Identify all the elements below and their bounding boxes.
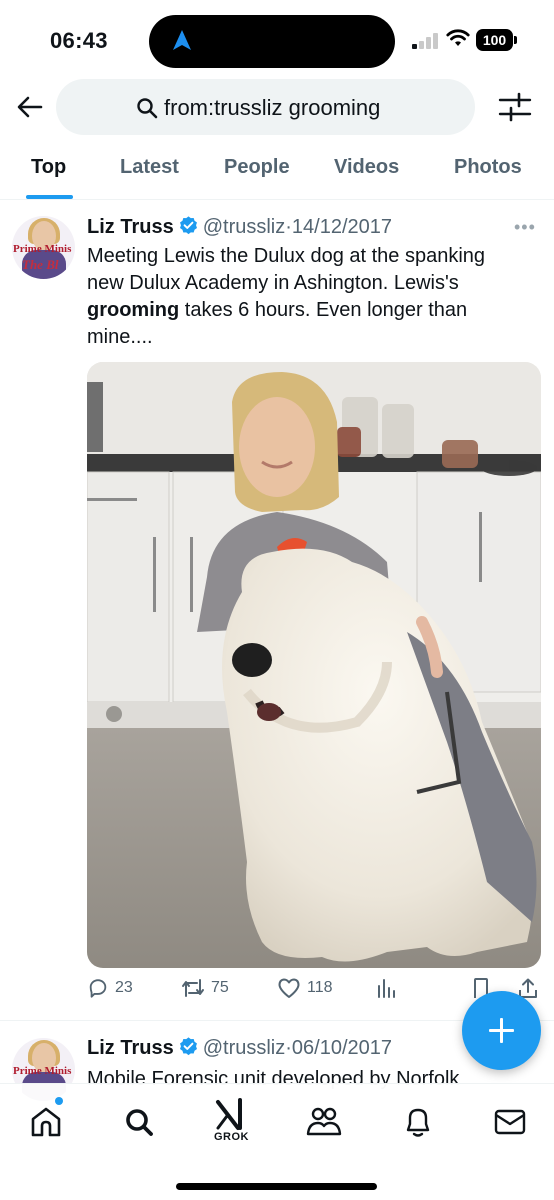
- bottom-navigation: GROK: [0, 1083, 554, 1200]
- search-icon: [137, 98, 158, 119]
- like-count: 118: [307, 979, 333, 996]
- search-filter-icon[interactable]: [498, 91, 532, 123]
- reply-button[interactable]: 23: [87, 977, 133, 999]
- grok-label: GROK: [214, 1131, 249, 1143]
- notification-dot: [55, 1097, 63, 1105]
- dynamic-island: [149, 15, 395, 68]
- reply-count: 23: [115, 979, 133, 996]
- tweet-photo[interactable]: [87, 362, 541, 968]
- author-handle[interactable]: @trussliz: [203, 1037, 286, 1059]
- tweet[interactable]: Prime Minis The Bl Liz Truss @trussliz·14…: [0, 201, 554, 1021]
- navigation-arrow-icon: [173, 30, 191, 50]
- author-name[interactable]: Liz Truss: [87, 216, 174, 238]
- author-handle[interactable]: @trussliz: [203, 216, 286, 238]
- verified-badge-icon: [179, 1037, 197, 1056]
- wifi-icon: [446, 29, 470, 46]
- tab-people[interactable]: People: [224, 156, 290, 179]
- tab-videos[interactable]: Videos: [334, 156, 399, 179]
- compose-post-button[interactable]: [462, 991, 541, 1070]
- search-input[interactable]: from:trussliz grooming: [56, 79, 475, 135]
- separator-dot: ·: [285, 216, 292, 238]
- back-arrow-icon[interactable]: [14, 91, 46, 123]
- tab-latest[interactable]: Latest: [120, 156, 179, 179]
- tweet-header: Liz Truss @trussliz·06/10/2017: [87, 1036, 392, 1060]
- avatar-text: The Bl: [22, 257, 59, 272]
- reply-icon: [89, 979, 107, 998]
- avatar-text: Prime Minis: [13, 243, 72, 255]
- search-term-highlight: grooming: [87, 299, 180, 321]
- repost-count: 75: [211, 979, 229, 996]
- tweet-date[interactable]: 14/12/2017: [292, 216, 392, 238]
- tweet-text: Meeting Lewis the Dulux dog at the spank…: [87, 245, 486, 348]
- messages-mail-icon[interactable]: [488, 1100, 532, 1144]
- verified-badge-icon: [179, 216, 197, 235]
- tweet-header: Liz Truss @trussliz·14/12/2017: [87, 215, 392, 239]
- tweet-date[interactable]: 06/10/2017: [292, 1037, 392, 1059]
- cellular-signal-icon: [412, 33, 440, 49]
- search-query-text: from:trussliz grooming: [164, 95, 381, 120]
- separator-dot: ·: [285, 1037, 292, 1059]
- notifications-bell-icon[interactable]: [396, 1100, 440, 1144]
- home-icon[interactable]: [24, 1100, 68, 1144]
- home-indicator: [176, 1183, 377, 1190]
- tab-top[interactable]: Top: [31, 156, 66, 179]
- tab-photos[interactable]: Photos: [454, 156, 522, 179]
- search-tabs: Top Latest People Videos Photos: [0, 140, 554, 200]
- like-button[interactable]: 118: [277, 977, 333, 999]
- heart-icon: [278, 978, 300, 998]
- avatar[interactable]: Prime Minis The Bl: [12, 216, 75, 279]
- communities-icon[interactable]: [302, 1100, 346, 1144]
- avatar-text: Prime Minis: [13, 1065, 72, 1077]
- active-tab-indicator: [26, 195, 73, 199]
- battery-indicator: 100: [476, 29, 517, 51]
- repost-icon: [182, 979, 204, 997]
- photo-illustration: [87, 362, 541, 968]
- status-time: 06:43: [50, 28, 108, 53]
- more-options-icon[interactable]: •••: [514, 217, 536, 238]
- views-button[interactable]: [375, 977, 397, 999]
- explore-search-icon[interactable]: [117, 1100, 161, 1144]
- analytics-icon: [378, 979, 395, 998]
- author-name[interactable]: Liz Truss: [87, 1037, 174, 1059]
- repost-button[interactable]: 75: [181, 977, 229, 999]
- status-bar: 06:43 100: [0, 0, 554, 80]
